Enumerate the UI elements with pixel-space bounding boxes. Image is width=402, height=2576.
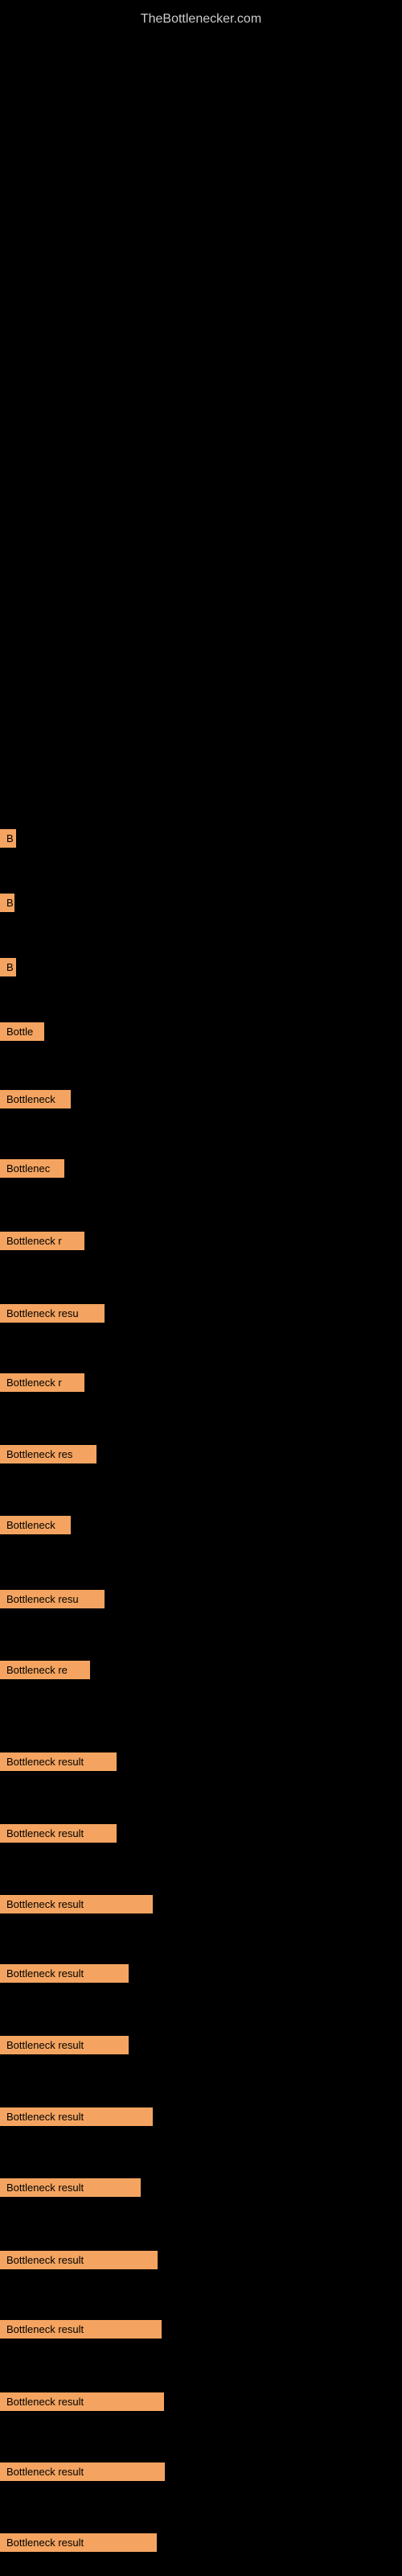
bottleneck-result-item: Bottleneck result bbox=[0, 1895, 153, 1913]
bottleneck-result-item: B bbox=[0, 894, 14, 912]
bottleneck-result-item: B bbox=[0, 829, 16, 848]
bottleneck-result-item: Bottleneck result bbox=[0, 2320, 162, 2339]
bottleneck-result-item: Bottleneck resu bbox=[0, 1304, 105, 1323]
bottleneck-result-item: Bottleneck result bbox=[0, 2533, 157, 2552]
bottleneck-result-item: Bottleneck result bbox=[0, 2107, 153, 2126]
bottleneck-result-item: Bottleneck bbox=[0, 1516, 71, 1534]
bottleneck-result-item: Bottleneck result bbox=[0, 2392, 164, 2411]
bottleneck-result-item: Bottleneck result bbox=[0, 1964, 129, 1983]
bottleneck-result-item: Bottleneck re bbox=[0, 1661, 90, 1679]
bottleneck-result-item: Bottleneck result bbox=[0, 1752, 117, 1771]
bottleneck-result-item: Bottleneck result bbox=[0, 2462, 165, 2481]
bottleneck-result-item: Bottleneck res bbox=[0, 1445, 96, 1463]
bottleneck-result-item: Bottleneck result bbox=[0, 1824, 117, 1843]
bottleneck-result-item: Bottleneck result bbox=[0, 2178, 141, 2197]
bottleneck-result-item: Bottlenec bbox=[0, 1159, 64, 1178]
bottleneck-result-item: Bottle bbox=[0, 1022, 44, 1041]
bottleneck-result-item: Bottleneck bbox=[0, 1090, 71, 1108]
bottleneck-result-item: B bbox=[0, 958, 16, 976]
bottleneck-result-item: Bottleneck r bbox=[0, 1232, 84, 1250]
bottleneck-result-item: Bottleneck r bbox=[0, 1373, 84, 1392]
bottleneck-result-item: Bottleneck result bbox=[0, 2251, 158, 2269]
bottleneck-result-item: Bottleneck result bbox=[0, 2036, 129, 2054]
bottleneck-result-item: Bottleneck resu bbox=[0, 1590, 105, 1608]
site-title: TheBottlenecker.com bbox=[0, 4, 402, 31]
